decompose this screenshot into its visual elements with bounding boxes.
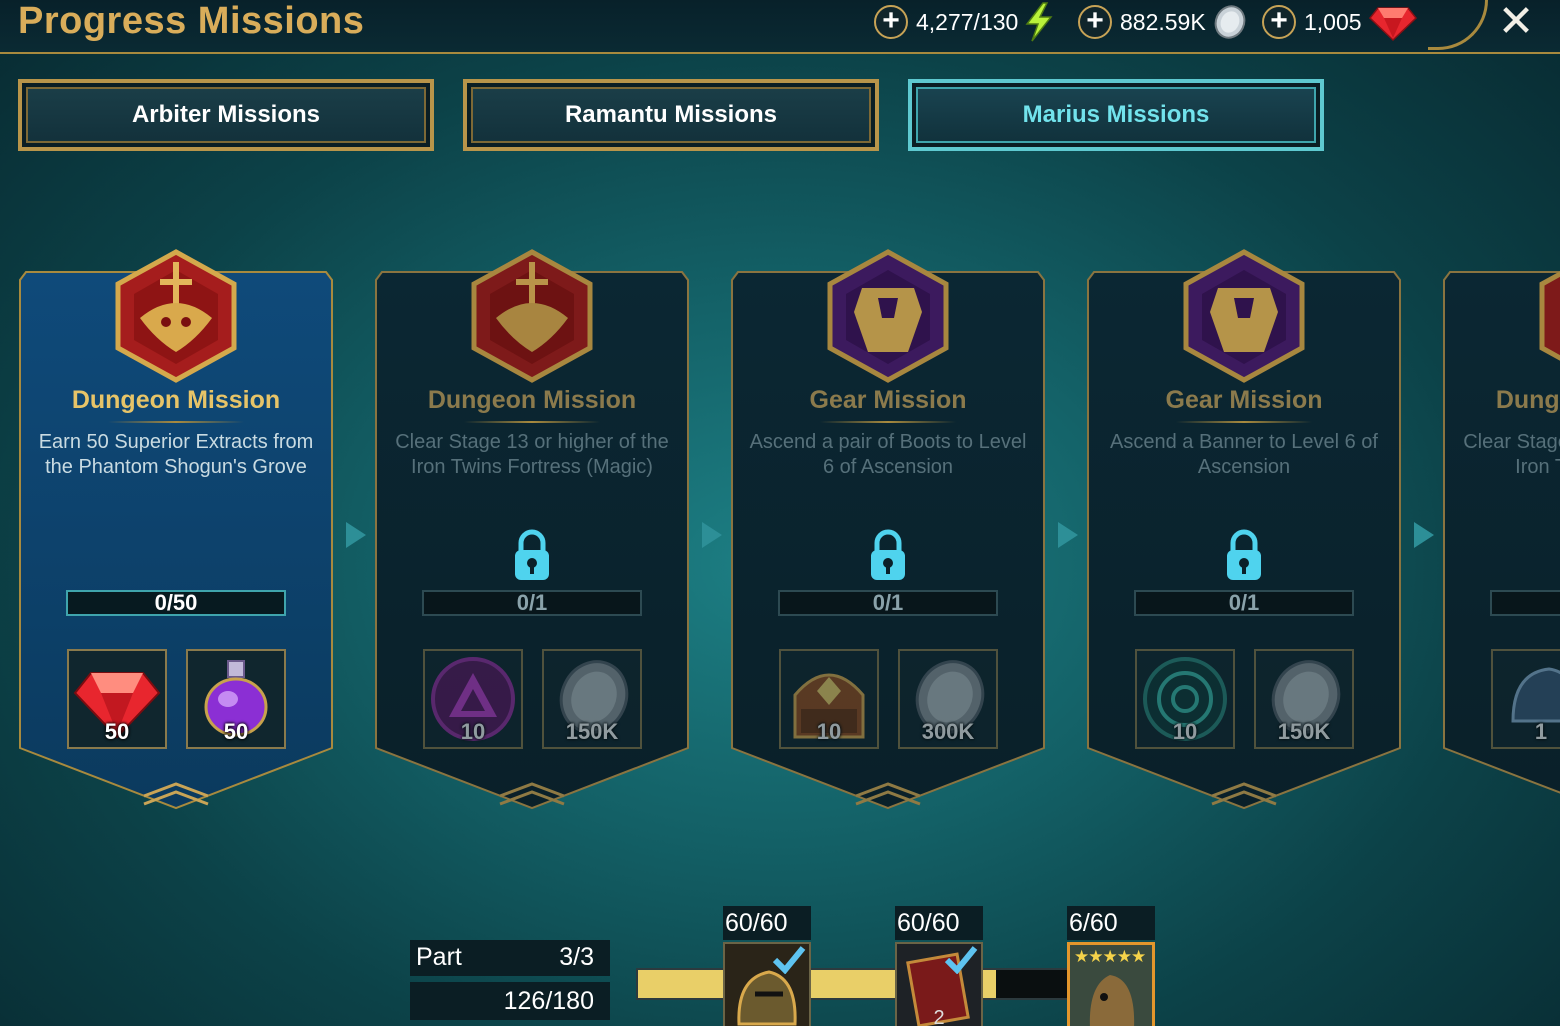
silver-coin-icon [1214, 5, 1246, 39]
mission-card-5-clip: Dungeon Mission Clear Stage 13 or higher… [1442, 270, 1560, 810]
mission-progress-bar [1490, 590, 1560, 616]
card-description: Clear Stage 13 or higher of the Iron Twi… [1463, 431, 1560, 478]
add-silver-button[interactable]: + [1078, 5, 1112, 39]
silver-resource: + 882.59K [1078, 4, 1248, 40]
points-progress: 126/180 [410, 982, 610, 1020]
energy-resource: + 4,277/130 [874, 2, 1054, 42]
gem-resource: + 1,005 [1262, 4, 1418, 42]
tab-marius-missions[interactable]: Marius Missions [908, 79, 1324, 151]
part-value: 3/3 [559, 943, 594, 971]
milestone-3[interactable]: 6/60 ★★★★★ [1067, 906, 1155, 1026]
lock-icon [1227, 529, 1261, 580]
part-indicator: Part 3/3 [410, 940, 610, 976]
title-divider [464, 421, 600, 423]
next-arrow-icon [702, 522, 722, 548]
reward-slot[interactable]: 150K [542, 649, 642, 749]
reward-count: 10 [460, 719, 486, 744]
next-arrow-icon [1414, 522, 1434, 548]
dungeon-emblem-icon [115, 249, 237, 383]
mission-card-5[interactable]: Dungeon Mission Clear Stage 13 or higher… [1442, 270, 1560, 810]
card-title: Gear Mission [1165, 386, 1323, 414]
milestone-track [636, 968, 1076, 1000]
reward-count: 150K [565, 719, 619, 744]
reward-slot[interactable]: 50 [67, 649, 167, 749]
gem-value: 1,005 [1304, 8, 1362, 35]
part-label: Part [416, 943, 462, 971]
next-arrow-icon [1058, 522, 1078, 548]
claimed-check-icon [772, 946, 806, 974]
mission-progress-bar: 0/1 [422, 590, 642, 616]
mission-card-3[interactable]: Gear Mission Ascend a pair of Boots to L… [730, 249, 1046, 810]
card-description: Ascend a pair of Boots to Level 6 of Asc… [749, 431, 1027, 478]
reward-slot[interactable]: 10 [1135, 649, 1235, 749]
dungeon-emblem-icon [1539, 271, 1560, 361]
tab-arbiter-missions[interactable]: Arbiter Missions [18, 79, 434, 151]
energy-value: 4,277/130 [916, 8, 1019, 35]
dungeon-emblem-icon [471, 249, 593, 383]
reward-slot[interactable]: 300K [898, 649, 998, 749]
title-divider [820, 421, 956, 423]
ruby-gem-icon [1368, 7, 1417, 42]
gear-emblem-icon [827, 249, 949, 383]
rarity-stars-icon: ★★★★★ [1074, 947, 1146, 966]
close-button[interactable]: ✕ [1494, 0, 1538, 46]
mission-card-2[interactable]: Dungeon Mission Clear Stage 13 or higher… [374, 249, 690, 810]
claimed-check-icon [944, 946, 978, 974]
card-title: Dungeon Mission [427, 386, 637, 414]
page-title: Progress Missions [18, 0, 365, 42]
silver-value: 882.59K [1120, 8, 1206, 35]
lock-icon [871, 529, 905, 580]
add-energy-button[interactable]: + [874, 5, 908, 39]
mission-progress-bar: 0/1 [778, 590, 998, 616]
reward-count: 150K [1277, 719, 1331, 744]
top-bar: Progress Missions + 4,277/130 + 882.59K … [0, 0, 1560, 54]
reward-count: 50 [223, 719, 249, 744]
milestone-count: 2 [933, 1007, 945, 1026]
mission-progress-bar: 0/50 [66, 590, 286, 616]
gear-emblem-icon [1183, 249, 1305, 383]
milestone-2[interactable]: 60/60 2 [895, 906, 983, 1026]
mission-progress-bar: 0/1 [1134, 590, 1354, 616]
mission-card-1[interactable]: Dungeon Mission Earn 50 Superior Extract… [18, 249, 334, 810]
card-title: Dungeon Mission [1495, 386, 1560, 414]
reward-slot[interactable]: 150K [1254, 649, 1354, 749]
milestone-label: 60/60 [895, 906, 983, 940]
card-description: Ascend a Banner to Level 6 of Ascension [1110, 431, 1378, 478]
card-title: Dungeon Mission [71, 386, 281, 414]
lock-icon [515, 529, 549, 580]
reward-count: 1 [1534, 719, 1548, 744]
mission-card-4[interactable]: Gear Mission Ascend a Banner to Level 6 … [1086, 249, 1402, 810]
tab-ramantu-missions[interactable]: Ramantu Missions [463, 79, 879, 151]
add-gems-button[interactable]: + [1262, 5, 1296, 39]
tab-label: Ramantu Missions [564, 101, 778, 128]
reward-slot[interactable]: 50 [186, 649, 286, 749]
reward-count: 300K [921, 719, 975, 744]
card-description: Clear Stage 13 or higher of the Iron Twi… [395, 431, 669, 478]
card-description: Earn 50 Superior Extracts from the Phant… [38, 431, 314, 478]
reward-slot[interactable]: 1 [1491, 649, 1560, 749]
reward-slot[interactable]: 10 [423, 649, 523, 749]
next-arrow-icon [346, 522, 366, 548]
title-divider [1176, 421, 1312, 423]
tab-label: Marius Missions [1022, 101, 1210, 128]
milestone-1[interactable]: 60/60 [723, 906, 811, 1026]
header-ornament [1428, 0, 1488, 50]
reward-count: 10 [1172, 719, 1198, 744]
milestone-reward-frame[interactable]: 2 [895, 942, 983, 1026]
card-title: Gear Mission [809, 386, 967, 414]
reward-count: 50 [104, 719, 130, 744]
milestone-label: 60/60 [723, 906, 811, 940]
reward-count: 10 [816, 719, 842, 744]
milestone-reward-frame[interactable] [723, 942, 811, 1026]
reward-slot[interactable]: 10 [779, 649, 879, 749]
energy-bolt-icon [1025, 2, 1053, 42]
title-divider [108, 421, 244, 423]
milestone-reward-frame[interactable]: ★★★★★ [1067, 942, 1155, 1026]
tab-label: Arbiter Missions [131, 101, 321, 128]
milestone-label: 6/60 [1067, 906, 1155, 940]
